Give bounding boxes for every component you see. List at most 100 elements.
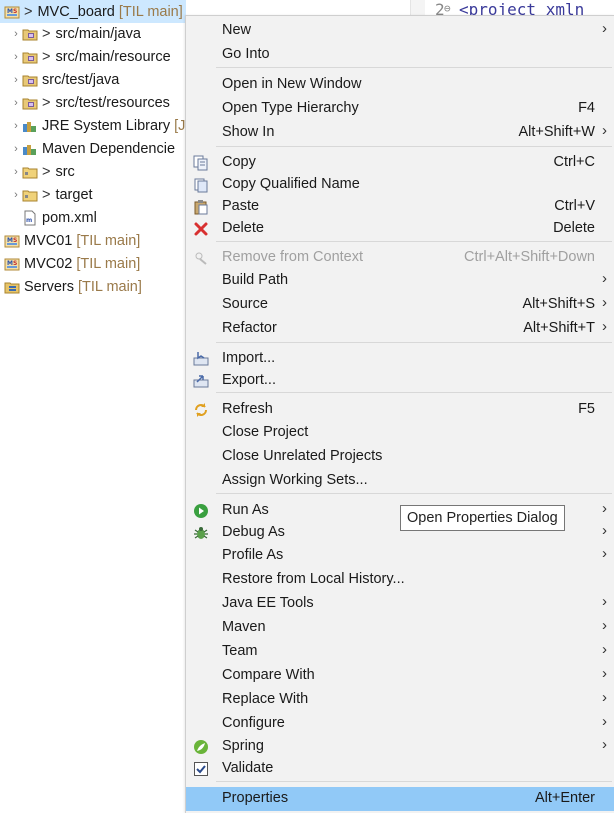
tooltip: Open Properties Dialog xyxy=(400,505,565,531)
tree-item-servers[interactable]: Servers [TIL main] xyxy=(0,275,186,298)
expand-chevron-icon[interactable]: › xyxy=(10,189,22,201)
menu-item-close-project[interactable]: Close Project xyxy=(186,421,614,445)
menu-item-label: Refresh xyxy=(222,401,273,417)
menu-item-label: Maven xyxy=(222,619,266,635)
project-explorer: M S > MVC_board [TIL main] › > src/main/java › > s… xyxy=(0,0,186,812)
menu-item-new[interactable]: New › xyxy=(186,19,614,43)
menu-item-configure[interactable]: Configure › xyxy=(186,712,614,736)
menu-item-java-ee-tools[interactable]: Java EE Tools › xyxy=(186,592,614,616)
fold-marker-icon[interactable]: ⊖ xyxy=(444,2,451,15)
menu-item-refresh[interactable]: Refresh F5 xyxy=(186,398,614,422)
menu-item-profile-as[interactable]: Profile As › xyxy=(186,544,614,568)
menu-item-paste[interactable]: Paste Ctrl+V xyxy=(186,195,614,219)
menu-item-spring[interactable]: Spring › xyxy=(186,735,614,759)
git-branch-decoration: [J xyxy=(174,117,186,134)
submenu-arrow-icon: › xyxy=(602,689,607,706)
tree-item-mvc-board[interactable]: M S > MVC_board [TIL main] xyxy=(0,0,186,23)
tree-item-src-test-java[interactable]: › src/test/java xyxy=(0,68,186,91)
menu-item-build-path[interactable]: Build Path › xyxy=(186,269,614,293)
menu-item-label: Source xyxy=(222,296,268,312)
menu-item-label: Replace With xyxy=(222,691,309,707)
menu-item-open-type-hierarchy[interactable]: Open Type Hierarchy F4 xyxy=(186,97,614,121)
menu-item-label: Import... xyxy=(222,350,276,366)
menu-item-assign-working-sets[interactable]: Assign Working Sets... xyxy=(186,469,614,493)
tree-item-target[interactable]: › > target xyxy=(0,183,186,206)
menu-item-go-into[interactable]: Go Into xyxy=(186,43,614,67)
folder-icon xyxy=(22,187,38,203)
submenu-arrow-icon: › xyxy=(602,617,607,634)
menu-item-label: Open Type Hierarchy xyxy=(222,100,359,116)
menu-item-open-in-new-window[interactable]: Open in New Window xyxy=(186,73,614,97)
expand-chevron-icon[interactable]: › xyxy=(10,120,22,132)
menu-item-label: Copy Qualified Name xyxy=(222,176,360,192)
tree-item-src[interactable]: › > src xyxy=(0,160,186,183)
menu-separator xyxy=(216,241,612,242)
menu-item-close-unrelated-projects[interactable]: Close Unrelated Projects xyxy=(186,445,614,469)
menu-item-label: Debug As xyxy=(222,524,285,540)
menu-item-label: Paste xyxy=(222,198,260,214)
submenu-arrow-icon: › xyxy=(602,665,607,682)
expand-chevron-icon[interactable]: › xyxy=(10,51,22,63)
menu-item-copy[interactable]: Copy Ctrl+C xyxy=(186,151,614,175)
expand-chevron-icon[interactable]: › xyxy=(10,97,22,109)
menu-item-label: Build Path xyxy=(222,272,289,288)
menu-separator xyxy=(216,493,612,494)
svg-text:S: S xyxy=(13,237,17,244)
git-dirty-marker: > xyxy=(42,48,51,65)
expand-chevron-icon[interactable]: › xyxy=(10,143,22,155)
tree-item-src-main-resources[interactable]: › > src/main/resource xyxy=(0,45,186,68)
tree-item-src-main-java[interactable]: › > src/main/java xyxy=(0,22,186,45)
menu-item-validate[interactable]: Validate xyxy=(186,757,614,781)
menu-item-shortcut: Ctrl+C xyxy=(553,154,596,170)
tree-item-mvc01[interactable]: M S MVC01 [TIL main] xyxy=(0,229,186,252)
menu-item-show-in[interactable]: Show In Alt+Shift+W › xyxy=(186,121,614,145)
expand-chevron-icon[interactable]: › xyxy=(10,166,22,178)
git-branch-decoration: [TIL main] xyxy=(118,3,183,20)
menu-item-restore-from-local-history[interactable]: Restore from Local History... xyxy=(186,568,614,592)
menu-item-shortcut: Ctrl+V xyxy=(554,198,595,214)
menu-item-delete[interactable]: Delete Delete xyxy=(186,217,614,241)
submenu-arrow-icon: › xyxy=(602,522,607,539)
git-branch-decoration: [TIL main] xyxy=(77,278,142,295)
menu-item-label: Spring xyxy=(222,738,264,754)
git-dirty-marker: > xyxy=(42,163,51,180)
menu-item-label: Close Project xyxy=(222,424,309,440)
tree-item-pom-xml[interactable]: m pom.xml xyxy=(0,206,186,229)
menu-item-export[interactable]: Export... xyxy=(186,369,614,393)
svg-text:S: S xyxy=(13,8,17,15)
submenu-arrow-icon: › xyxy=(602,713,607,730)
tree-item-mvc02[interactable]: M S MVC02 [TIL main] xyxy=(0,252,186,275)
tree-item-maven-dependencies[interactable]: › Maven Dependencie xyxy=(0,137,186,160)
menu-item-label: Go Into xyxy=(222,46,270,62)
submenu-arrow-icon: › xyxy=(602,270,607,287)
menu-item-properties[interactable]: Properties Alt+Enter xyxy=(186,787,614,811)
menu-item-shortcut: Alt+Shift+S xyxy=(522,296,595,312)
tree-item-label: src xyxy=(55,163,75,180)
source-folder-icon xyxy=(22,72,38,88)
tree-item-jre-system-library[interactable]: › JRE System Library [J xyxy=(0,114,186,137)
menu-item-label: Refactor xyxy=(222,320,277,336)
submenu-arrow-icon: › xyxy=(602,294,607,311)
menu-item-copy-qualified-name[interactable]: Copy Qualified Name xyxy=(186,173,614,197)
menu-item-source[interactable]: Source Alt+Shift+S › xyxy=(186,293,614,317)
menu-item-shortcut: Delete xyxy=(553,220,595,236)
menu-item-refactor[interactable]: Refactor Alt+Shift+T › xyxy=(186,317,614,341)
expand-chevron-icon[interactable]: › xyxy=(10,28,22,40)
tree-item-label: MVC02 xyxy=(24,255,73,272)
menu-item-team[interactable]: Team › xyxy=(186,640,614,664)
git-branch-decoration: [TIL main] xyxy=(76,232,141,249)
tree-item-label: Servers xyxy=(24,278,74,295)
menu-item-maven[interactable]: Maven › xyxy=(186,616,614,640)
menu-item-compare-with[interactable]: Compare With › xyxy=(186,664,614,688)
menu-item-replace-with[interactable]: Replace With › xyxy=(186,688,614,712)
servers-folder-icon xyxy=(4,279,20,295)
tree-item-src-test-resources[interactable]: › > src/test/resources xyxy=(0,91,186,114)
menu-item-label: Java EE Tools xyxy=(222,595,314,611)
menu-item-label: New xyxy=(222,22,252,38)
menu-item-import[interactable]: Import... xyxy=(186,347,614,371)
git-branch-decoration: [TIL main] xyxy=(76,255,141,272)
copy-qualified-icon xyxy=(193,177,209,193)
delete-icon xyxy=(193,221,209,237)
tree-item-label: Maven Dependencie xyxy=(42,140,176,157)
expand-chevron-icon[interactable]: › xyxy=(10,74,22,86)
